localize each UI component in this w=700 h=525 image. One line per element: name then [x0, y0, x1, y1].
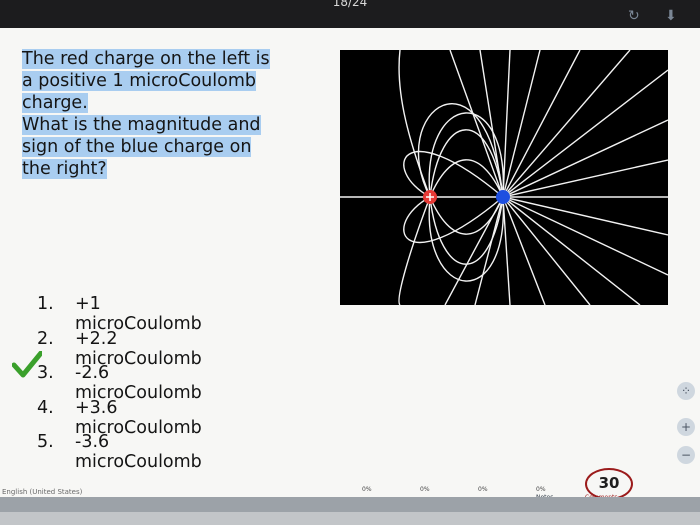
question-line: the right?: [22, 159, 107, 179]
language-label: English (United States): [2, 488, 83, 496]
refresh-icon[interactable]: ↻: [628, 8, 640, 24]
top-bar: 18/24: [0, 0, 700, 30]
answer-number: 1.: [37, 294, 54, 314]
answer-text: -3.6 microCoulomb: [75, 432, 202, 472]
minus-icon[interactable]: −: [677, 446, 695, 464]
question-line: charge.: [22, 93, 88, 113]
question-line: sign of the blue charge on: [22, 137, 252, 157]
question-line: The red charge on the left is: [22, 49, 270, 69]
percent-label: 0%: [478, 486, 488, 493]
percent-label: 0%: [362, 486, 372, 493]
answer-number: 5.: [37, 432, 54, 452]
bottom-bar-lower: [0, 512, 700, 525]
settings-icon[interactable]: ⁘: [677, 382, 695, 400]
percent-label: 0%: [420, 486, 430, 493]
answer-number: 4.: [37, 397, 54, 418]
add-icon[interactable]: +: [677, 418, 695, 436]
answer-number: 2.: [37, 328, 54, 349]
question-text: The red charge on the left is a positive…: [22, 48, 312, 180]
electric-field-diagram: [340, 50, 668, 305]
question-line: What is the magnitude and: [22, 115, 261, 135]
answer-number: 3.: [37, 363, 54, 383]
page-counter: 18/24: [332, 0, 368, 9]
question-line: a positive 1 microCoulomb: [22, 71, 256, 91]
download-icon[interactable]: ⬇: [665, 8, 677, 24]
percent-label: 0%: [536, 486, 546, 493]
negative-charge: [496, 190, 510, 204]
